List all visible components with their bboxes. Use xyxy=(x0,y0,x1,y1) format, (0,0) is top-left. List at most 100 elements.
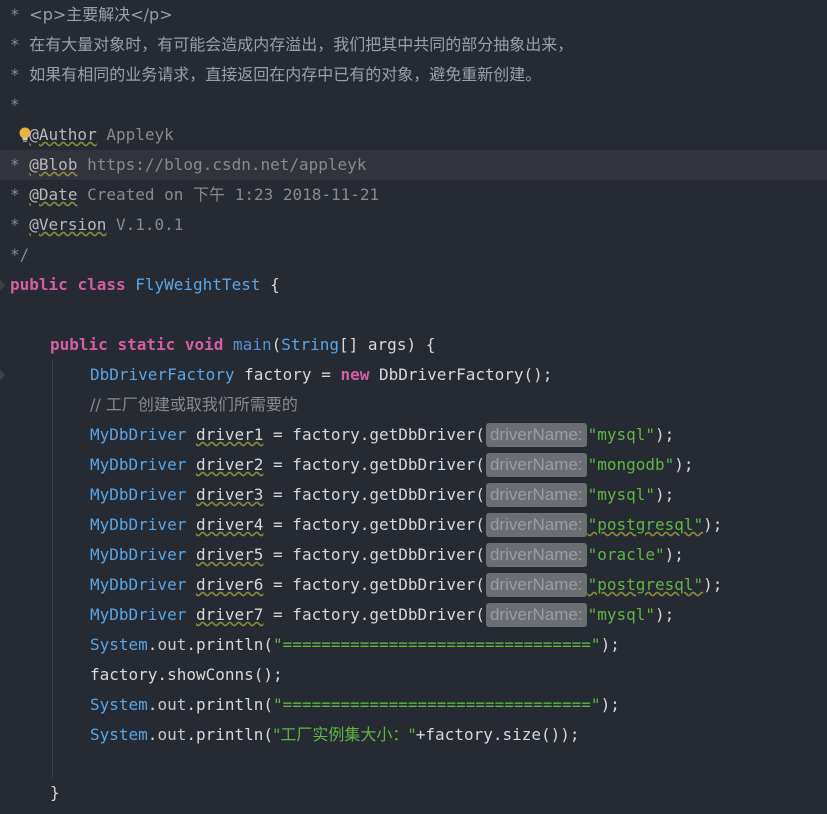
show-conns-call: factory.showConns(); xyxy=(90,665,283,684)
param-hint: driverName: xyxy=(485,603,587,627)
var-driver: driver2 xyxy=(195,455,264,474)
dot: . xyxy=(147,635,158,654)
doc-version-value: V.1.0.1 xyxy=(115,215,184,234)
dot: . xyxy=(147,725,158,744)
fold-marker-icon[interactable] xyxy=(0,808,8,814)
code-line-driver-7[interactable]: MyDbDriver driver7 = factory.getDbDriver… xyxy=(0,600,827,630)
close-paren: ); xyxy=(655,425,675,444)
code-line-blank[interactable] xyxy=(0,750,827,780)
type-mydbdriver: MyDbDriver xyxy=(90,515,187,534)
paren-open: ( xyxy=(271,335,282,354)
code-line-driver-1[interactable]: MyDbDriver driver1 = factory.getDbDriver… xyxy=(0,420,827,450)
assign-call: = factory.getDbDriver( xyxy=(263,485,485,504)
code-line-12[interactable]: public static void main(String[] args) { xyxy=(0,330,827,381)
code-line-14[interactable]: // 工厂创建或取我们所需要的 xyxy=(0,390,827,420)
code-line-driver-3[interactable]: MyDbDriver driver3 = factory.getDbDriver… xyxy=(0,480,827,510)
code-line-2[interactable]: * 在有大量对象时，有可能会造成内存溢出，我们把其中共同的部分抽象出来， xyxy=(0,30,827,60)
code-line-13[interactable]: DbDriverFactory factory = new DbDriverFa… xyxy=(0,360,827,390)
code-line-println-3[interactable]: System. out .println("工厂实例集大小：" +factory.si… xyxy=(0,720,827,750)
code-line-5[interactable]: * @Author Appleyk xyxy=(0,120,827,150)
var-driver: driver1 xyxy=(195,425,264,444)
doc-blob-tag: @Blob xyxy=(29,155,78,174)
keyword-static: static xyxy=(117,335,176,354)
param-hint: driverName: xyxy=(485,423,587,447)
doc-star: * xyxy=(10,215,20,234)
line-comment: // 工厂创建或取我们所需要的 xyxy=(90,395,298,414)
field-out: out xyxy=(157,725,187,744)
doc-end: */ xyxy=(10,245,30,264)
class-system: System xyxy=(90,695,148,714)
close-paren: ); xyxy=(600,695,620,714)
keyword-public: public xyxy=(50,335,108,354)
code-line-driver-5[interactable]: MyDbDriver driver5 = factory.getDbDriver… xyxy=(0,540,827,570)
keyword-void: void xyxy=(184,335,224,354)
doc-line-1: <p>主要解决</p> xyxy=(29,5,173,24)
type-mydbdriver: MyDbDriver xyxy=(90,575,187,594)
code-line-driver-2[interactable]: MyDbDriver driver2 = factory.getDbDriver… xyxy=(0,450,827,480)
close-paren: ); xyxy=(664,545,684,564)
string-literal: "oracle" xyxy=(587,545,665,564)
close-paren: ); xyxy=(703,515,723,534)
class-name: FlyWeightTest xyxy=(135,275,261,294)
type-mydbdriver: MyDbDriver xyxy=(90,545,187,564)
keyword-new: new xyxy=(340,365,370,384)
keyword-class: class xyxy=(77,275,126,294)
println-call: .println( xyxy=(186,695,274,714)
code-line-1[interactable]: * <p>主要解决</p> xyxy=(0,0,827,30)
type-mydbdriver: MyDbDriver xyxy=(90,425,187,444)
code-line-8[interactable]: * @Version V.1.0.1 xyxy=(0,210,827,240)
code-line-9[interactable]: */ xyxy=(0,240,827,291)
string-literal: "mysql" xyxy=(587,605,655,624)
doc-star: * xyxy=(10,35,20,54)
var-driver: driver4 xyxy=(195,515,264,534)
string-literal: "mysql" xyxy=(587,485,655,504)
param-hint: driverName: xyxy=(485,573,587,597)
code-editor[interactable]: * <p>主要解决</p> * 在有大量对象时，有可能会造成内存溢出，我们把其中… xyxy=(0,0,827,814)
assign-call: = factory.getDbDriver( xyxy=(263,515,485,534)
close-paren: ); xyxy=(674,455,694,474)
brace-open: { xyxy=(270,275,280,294)
code-line-println-1[interactable]: System. out .println("====================… xyxy=(0,630,827,660)
factory-decl: factory = xyxy=(234,365,341,384)
field-out: out xyxy=(157,695,187,714)
close-paren: ); xyxy=(655,485,675,504)
type-mydbdriver: MyDbDriver xyxy=(90,455,187,474)
code-line-showconns[interactable]: factory.showConns(); xyxy=(0,660,827,690)
class-system: System xyxy=(90,635,148,654)
code-line-7[interactable]: * @Date Created on 下午 1:23 2018-11-21 xyxy=(0,180,827,210)
string-size-label: "工厂实例集大小：" xyxy=(273,725,416,744)
code-line-6-current[interactable]: * @Blob https://blog.csdn.net/appleyk xyxy=(0,150,827,180)
string-separator: "================================" xyxy=(273,635,601,654)
assign-call: = factory.getDbDriver( xyxy=(263,455,485,474)
factory-ctor: DbDriverFactory(); xyxy=(369,365,553,384)
code-line-11[interactable] xyxy=(0,300,827,330)
code-line-println-2[interactable]: System. out .println("====================… xyxy=(0,690,827,720)
field-out: out xyxy=(157,635,187,654)
code-line-3[interactable]: * 如果有相同的业务请求，直接返回在内存中已有的对象，避免重新创建。 xyxy=(0,60,827,90)
close-paren: ); xyxy=(703,575,723,594)
var-driver: driver5 xyxy=(195,545,264,564)
doc-blob-value: https://blog.csdn.net/appleyk xyxy=(87,155,367,174)
doc-star: * xyxy=(10,185,20,204)
param-hint: driverName: xyxy=(485,543,587,567)
type-string: String xyxy=(281,335,340,354)
dot: . xyxy=(147,695,158,714)
type-mydbdriver: MyDbDriver xyxy=(90,605,187,624)
var-driver: driver7 xyxy=(195,605,264,624)
doc-line-2: 在有大量对象时，有可能会造成内存溢出，我们把其中共同的部分抽象出来， xyxy=(29,35,574,54)
doc-star: * xyxy=(10,65,20,84)
doc-version-tag: @Version xyxy=(29,215,107,234)
keyword-public: public xyxy=(10,275,68,294)
doc-author-value: Appleyk xyxy=(106,125,174,144)
code-line-10[interactable]: public class FlyWeightTest { xyxy=(0,270,827,300)
doc-author-tag: @Author xyxy=(29,125,97,144)
var-driver: driver6 xyxy=(195,575,264,594)
code-line-driver-4[interactable]: MyDbDriver driver4 = factory.getDbDriver… xyxy=(0,510,827,540)
main-params-rest: [] args) { xyxy=(339,335,436,354)
code-line-close[interactable]: } xyxy=(0,778,827,808)
assign-call: = factory.getDbDriver( xyxy=(263,545,485,564)
doc-star: * xyxy=(10,95,20,114)
code-line-4[interactable]: * xyxy=(0,90,827,120)
code-line-driver-6[interactable]: MyDbDriver driver6 = factory.getDbDriver… xyxy=(0,570,827,600)
type-mydbdriver: MyDbDriver xyxy=(90,485,187,504)
